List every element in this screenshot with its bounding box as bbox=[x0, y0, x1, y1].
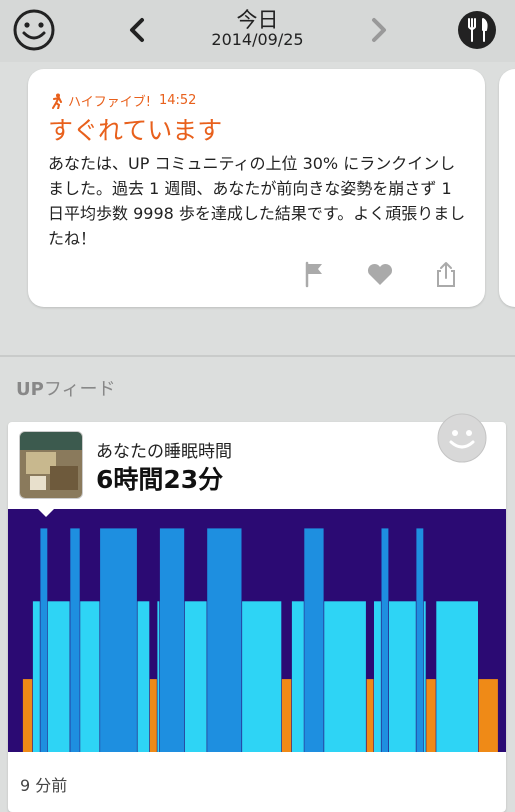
page-date: 2014/09/25 bbox=[211, 30, 304, 49]
highlight-title: すぐれています bbox=[48, 116, 223, 145]
highlight-card[interactable]: ハイファイブ! 14:52 すぐれています あなたは、UP コミュニティの上位 … bbox=[28, 69, 485, 307]
sleep-card[interactable]: あなたの睡眠時間 6時間23分 9 分前 bbox=[8, 413, 506, 812]
highlight-meta: ハイファイブ! 14:52 bbox=[50, 91, 196, 110]
sleep-segment-sound-sleep bbox=[40, 528, 48, 752]
top-bar: 今日 2014/09/25 bbox=[0, 0, 515, 62]
sleep-segment-light-sleep bbox=[324, 601, 366, 752]
highlight-body: あなたは、UP コミュニティの上位 30% にランクインしました。過去 1 週間… bbox=[48, 154, 466, 248]
sleep-segment-light-sleep bbox=[436, 601, 478, 752]
share-icon[interactable] bbox=[431, 259, 461, 289]
sleep-chart[interactable] bbox=[8, 509, 506, 752]
feed-heading-rest: フィード bbox=[43, 379, 116, 400]
sleep-segment-light-sleep bbox=[242, 601, 282, 752]
sleep-segment-awake bbox=[149, 679, 157, 752]
highlight-time: 14:52 bbox=[158, 93, 197, 108]
sleep-thumbnail bbox=[19, 431, 83, 499]
fork-knife-icon[interactable] bbox=[455, 8, 499, 52]
sleep-segment-light-sleep bbox=[423, 601, 426, 752]
sleep-segment-sound-sleep bbox=[416, 528, 424, 752]
next-card-peek[interactable] bbox=[499, 69, 515, 307]
highlight-label: ハイファイブ! bbox=[68, 95, 151, 110]
sleep-segment-light-sleep bbox=[374, 601, 381, 752]
sleep-segment-light-sleep bbox=[47, 601, 70, 752]
sleep-segment-light-sleep bbox=[32, 601, 40, 752]
sleep-segment-awake bbox=[478, 679, 498, 752]
sleep-segment-sound-sleep bbox=[304, 528, 324, 752]
sleep-segment-light-sleep bbox=[157, 601, 160, 752]
sleep-segment-light-sleep bbox=[389, 601, 416, 752]
sleep-segment-sound-sleep bbox=[381, 528, 389, 752]
sleep-segment-awake bbox=[22, 679, 33, 752]
runner-icon bbox=[52, 93, 62, 109]
sleep-segment-awake bbox=[426, 679, 436, 752]
sleep-segment-light-sleep bbox=[291, 601, 304, 752]
face-avatar-icon[interactable] bbox=[436, 412, 488, 464]
sleep-segment-light-sleep bbox=[80, 601, 100, 752]
feed-heading-bold: UP bbox=[16, 379, 44, 400]
sleep-segment-light-sleep bbox=[184, 601, 207, 752]
flag-icon[interactable] bbox=[300, 259, 330, 289]
section-divider bbox=[0, 355, 515, 357]
sleep-segment-awake bbox=[281, 679, 292, 752]
sleep-segment-sound-sleep bbox=[100, 528, 137, 752]
heart-icon[interactable] bbox=[365, 259, 395, 289]
sleep-segment-awake bbox=[366, 679, 374, 752]
sleep-duration: 6時間23分 bbox=[96, 465, 224, 494]
post-time-ago: 9 分前 bbox=[20, 776, 68, 795]
feed-heading: UPフィード bbox=[16, 375, 115, 401]
sleep-segment-sound-sleep bbox=[70, 528, 80, 752]
sleep-segment-sound-sleep bbox=[159, 528, 185, 752]
sleep-title: あなたの睡眠時間 bbox=[96, 442, 232, 462]
chevron-right-icon[interactable] bbox=[364, 14, 392, 46]
sleep-segment-sound-sleep bbox=[207, 528, 242, 752]
sleep-segment-light-sleep bbox=[137, 601, 150, 752]
